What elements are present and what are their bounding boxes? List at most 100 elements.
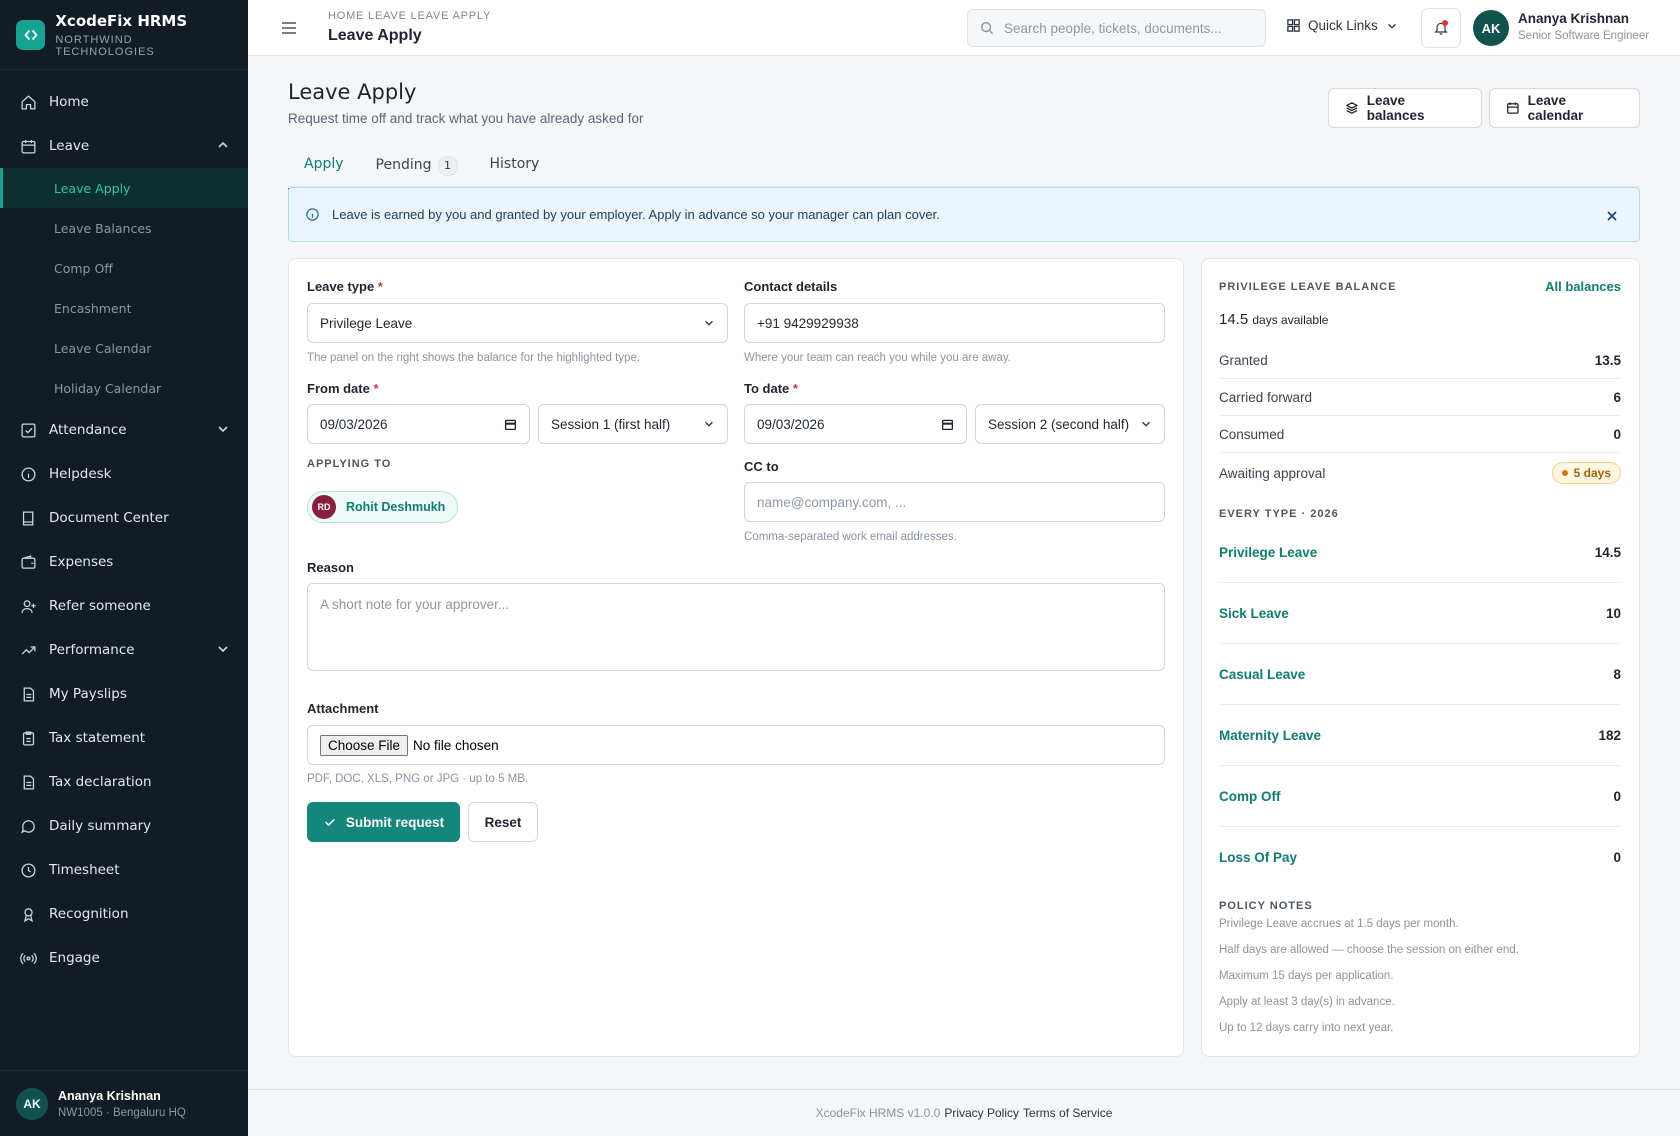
award-icon <box>20 906 37 923</box>
all-balances-link[interactable]: All balances <box>1545 279 1621 294</box>
attachment-hint: PDF, DOC, XLS, PNG or JPG · up to 5 MB. <box>307 773 529 785</box>
leave-type-label: Leave type * <box>307 279 383 294</box>
from-date-value: 09/03/2026 <box>320 416 388 432</box>
sidebar-item-tax-declaration[interactable]: Tax declaration <box>0 760 248 804</box>
check-icon <box>324 818 335 827</box>
sidebar-item-leave[interactable]: Leave <box>0 124 248 168</box>
calendar-icon <box>941 419 954 430</box>
tab-pending[interactable]: Pending 1 <box>360 148 474 190</box>
tab-apply[interactable]: Apply <box>288 148 360 190</box>
sidebar-item-document-center[interactable]: Document Center <box>0 496 248 540</box>
type-row-casual[interactable]: Casual Leave 8 <box>1219 644 1621 705</box>
leave-calendar-button[interactable]: Leave calendar <box>1489 88 1640 128</box>
types-heading: EVERY TYPE · 2026 <box>1219 508 1339 520</box>
cc-input[interactable]: name@company.com, ... <box>744 482 1165 522</box>
clipboard-icon <box>20 730 37 747</box>
sidebar-item-attendance[interactable]: Attendance <box>0 408 248 452</box>
sidebar-item-label: Recognition <box>49 906 129 922</box>
from-date-input[interactable]: 09/03/2026 <box>307 404 530 444</box>
cc-hint: Comma-separated work email addresses. <box>744 531 957 543</box>
leave-balances-label: Leave balances <box>1366 93 1425 123</box>
sidebar-item-recognition[interactable]: Recognition <box>0 892 248 936</box>
contact-label: Contact details <box>744 279 838 294</box>
brand-name: XcodeFix HRMS <box>55 11 188 30</box>
sidebar-item-tax-statement[interactable]: Tax statement <box>0 716 248 760</box>
type-row-maternity[interactable]: Maternity Leave 182 <box>1219 705 1621 766</box>
privacy-link[interactable]: Privacy Policy <box>944 1106 1019 1120</box>
sidebar-user[interactable]: AK Ananya Krishnan NW1005 · Bengaluru HQ <box>0 1070 248 1136</box>
sidebar-sub-leave-calendar[interactable]: Leave Calendar <box>0 328 248 368</box>
page-subtitle: Request time off and track what you have… <box>288 111 644 126</box>
topbar-user[interactable]: Ananya Krishnan Senior Software Engineer <box>1518 11 1649 42</box>
close-icon[interactable] <box>1605 209 1619 223</box>
search-icon <box>981 22 994 35</box>
status-badge: 5 days <box>1551 462 1621 484</box>
sidebar-item-label: Daily summary <box>49 818 152 834</box>
submit-request-button[interactable]: Submit request <box>307 802 460 842</box>
quick-links-button[interactable]: Quick Links <box>1286 18 1398 33</box>
choose-file-button[interactable]: Choose File <box>320 734 409 756</box>
book-icon <box>20 510 37 527</box>
chevron-down-icon <box>705 421 713 427</box>
sidebar-item-refer[interactable]: Refer someone <box>0 584 248 628</box>
sidebar-item-label: Home <box>49 94 89 110</box>
calendar-icon <box>1507 102 1519 114</box>
search-input[interactable] <box>1004 20 1254 36</box>
menu-icon[interactable] <box>280 19 298 37</box>
sidebar-item-label: Expenses <box>49 554 114 570</box>
sidebar-sub-holiday-calendar[interactable]: Holiday Calendar <box>0 368 248 408</box>
available-days: 14.5 days available <box>1219 311 1328 328</box>
leave-balances-button[interactable]: Leave balances <box>1328 88 1482 128</box>
sidebar-item-engage[interactable]: Engage <box>0 936 248 980</box>
search-box[interactable] <box>967 9 1266 47</box>
sidebar-item-payslips[interactable]: My Payslips <box>0 672 248 716</box>
reset-button[interactable]: Reset <box>468 802 538 842</box>
contact-value: +91 9429929938 <box>757 315 859 331</box>
footer-version: XcodeFix HRMS v1.0.0 <box>815 1106 941 1120</box>
type-row-privilege[interactable]: Privilege Leave 14.5 <box>1219 522 1621 583</box>
sidebar-user-meta: NW1005 · Bengaluru HQ <box>58 1106 186 1119</box>
reason-label: Reason <box>307 560 354 575</box>
chat-bubble-icon <box>20 818 37 835</box>
sidebar-item-label: Tax declaration <box>49 774 152 790</box>
notifications-button[interactable] <box>1421 8 1461 48</box>
terms-link[interactable]: Terms of Service <box>1023 1106 1112 1120</box>
tab-history[interactable]: History <box>474 148 556 190</box>
to-date-input[interactable]: 09/03/2026 <box>744 404 967 444</box>
sidebar-item-helpdesk[interactable]: Helpdesk <box>0 452 248 496</box>
leave-calendar-label: Leave calendar <box>1527 93 1584 123</box>
sidebar: XcodeFix HRMS NORTHWIND TECHNOLOGIES Hom… <box>0 0 248 1136</box>
sidebar-sub-leave-balances[interactable]: Leave Balances <box>0 208 248 248</box>
avatar[interactable]: AK <box>1473 10 1509 46</box>
sidebar-item-home[interactable]: Home <box>0 80 248 124</box>
balance-row-carried: Carried forward 6 <box>1219 379 1621 416</box>
reason-placeholder: A short note for your approver... <box>320 597 510 612</box>
policy-note: Maximum 15 days per application. <box>1219 970 1394 982</box>
attachment-label: Attachment <box>307 701 379 716</box>
brand[interactable]: XcodeFix HRMS NORTHWIND TECHNOLOGIES <box>0 0 248 70</box>
leave-type-select[interactable]: Privilege Leave <box>307 303 728 343</box>
type-row-sick[interactable]: Sick Leave 10 <box>1219 583 1621 644</box>
sidebar-item-daily-summary[interactable]: Daily summary <box>0 804 248 848</box>
attachment-input[interactable]: Choose File No file chosen <box>307 725 1165 765</box>
from-session-select[interactable]: Session 1 (first half) <box>538 404 728 444</box>
tab-pending-label: Pending <box>375 157 432 173</box>
sidebar-sub-encashment[interactable]: Encashment <box>0 288 248 328</box>
file-status: No file chosen <box>413 737 499 753</box>
sidebar-item-performance[interactable]: Performance <box>0 628 248 672</box>
to-session-select[interactable]: Session 2 (second half) <box>975 404 1165 444</box>
sidebar-sub-comp-off[interactable]: Comp Off <box>0 248 248 288</box>
chevron-down-icon <box>705 320 713 326</box>
clock-icon <box>20 862 37 879</box>
sidebar-item-expenses[interactable]: Expenses <box>0 540 248 584</box>
type-row-comp-off[interactable]: Comp Off 0 <box>1219 766 1621 827</box>
balance-heading: PRIVILEGE LEAVE BALANCE <box>1219 281 1397 293</box>
contact-input[interactable]: +91 9429929938 <box>744 303 1165 343</box>
calendar-icon <box>504 419 517 430</box>
pending-count-badge: 1 <box>437 156 458 176</box>
topbar-user-role: Senior Software Engineer <box>1518 30 1650 42</box>
sidebar-sub-leave-apply[interactable]: Leave Apply <box>0 168 248 208</box>
type-row-loss-of-pay[interactable]: Loss Of Pay 0 <box>1219 827 1621 888</box>
reason-textarea[interactable]: A short note for your approver... <box>307 583 1165 671</box>
sidebar-item-timesheet[interactable]: Timesheet <box>0 848 248 892</box>
